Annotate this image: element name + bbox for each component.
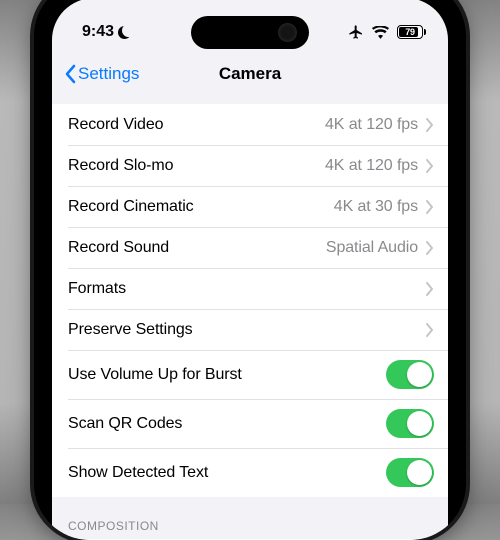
row-formats[interactable]: Formats: [52, 268, 448, 309]
nav-bar: Settings Camera: [52, 52, 448, 96]
section-header-composition: COMPOSITION: [52, 497, 448, 539]
back-label: Settings: [78, 64, 139, 84]
chevron-right-icon: [426, 118, 434, 132]
row-label: Show Detected Text: [68, 464, 208, 482]
chevron-right-icon: [426, 241, 434, 255]
content: Record Video 4K at 120 fps Record Slo-mo…: [52, 96, 448, 540]
wifi-icon: [372, 26, 389, 39]
status-left: 9:43: [82, 23, 131, 41]
row-volume-burst: Use Volume Up for Burst: [52, 350, 448, 399]
row-value: 4K at 120 fps: [325, 157, 418, 175]
settings-group-1: Record Video 4K at 120 fps Record Slo-mo…: [52, 104, 448, 497]
chevron-right-icon: [426, 323, 434, 337]
row-label: Preserve Settings: [68, 321, 193, 339]
battery-indicator: 79: [397, 25, 426, 39]
toggle-volume-burst[interactable]: [386, 360, 434, 389]
chevron-left-icon: [64, 64, 76, 84]
phone-frame: 9:43 79 Settings: [34, 0, 466, 540]
chevron-right-icon: [426, 282, 434, 296]
status-time: 9:43: [82, 23, 114, 41]
focus-moon-icon: [118, 26, 131, 39]
chevron-right-icon: [426, 200, 434, 214]
row-record-cinematic[interactable]: Record Cinematic 4K at 30 fps: [52, 186, 448, 227]
battery-percent: 79: [405, 27, 414, 37]
toggle-scan-qr[interactable]: [386, 409, 434, 438]
page-title: Camera: [219, 64, 281, 84]
row-value: 4K at 120 fps: [325, 116, 418, 134]
row-detected-text: Show Detected Text: [52, 448, 448, 497]
row-label: Formats: [68, 280, 126, 298]
row-scan-qr: Scan QR Codes: [52, 399, 448, 448]
row-value: 4K at 30 fps: [334, 198, 418, 216]
status-right: 79: [348, 24, 426, 40]
row-record-video[interactable]: Record Video 4K at 120 fps: [52, 104, 448, 145]
row-label: Use Volume Up for Burst: [68, 366, 242, 384]
row-label: Record Slo-mo: [68, 157, 173, 175]
row-record-sound[interactable]: Record Sound Spatial Audio: [52, 227, 448, 268]
row-label: Record Sound: [68, 239, 169, 257]
row-record-slomo[interactable]: Record Slo-mo 4K at 120 fps: [52, 145, 448, 186]
row-preserve-settings[interactable]: Preserve Settings: [52, 309, 448, 350]
row-value: Spatial Audio: [326, 239, 418, 257]
row-label: Record Video: [68, 116, 163, 134]
row-label: Scan QR Codes: [68, 415, 182, 433]
airplane-mode-icon: [348, 24, 364, 40]
back-button[interactable]: Settings: [58, 52, 145, 96]
chevron-right-icon: [426, 159, 434, 173]
dynamic-island: [191, 16, 309, 49]
row-label: Record Cinematic: [68, 198, 194, 216]
toggle-detected-text[interactable]: [386, 458, 434, 487]
screen: 9:43 79 Settings: [52, 0, 448, 540]
